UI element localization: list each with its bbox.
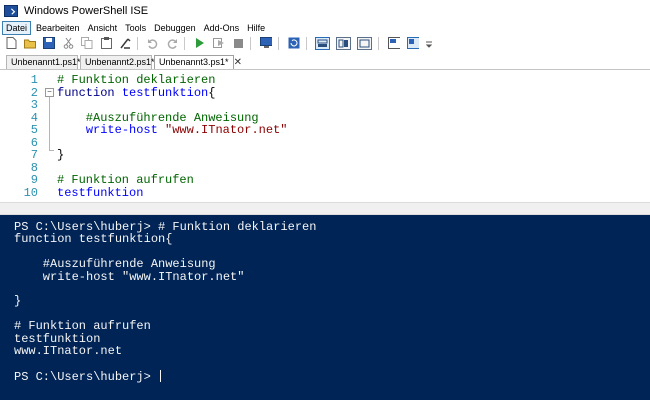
stop-icon[interactable] [232,37,244,49]
tab-unbenannt2[interactable]: Unbenannt2.ps1* [80,55,155,69]
editor-line: 2− function testfunktion{ [0,85,650,100]
menu-bar: Datei Bearbeiten Ansicht Tools Debuggen … [0,21,650,35]
tab-unbenannt1[interactable]: Unbenannt1.ps1* [6,55,81,69]
code-token: write-host [85,123,158,137]
toolbar-separator [250,36,251,50]
editor-line: 5 write-host "www.ITnator.net" [0,124,650,137]
menu-tools[interactable]: Tools [122,21,149,35]
line-number: 5 [30,123,38,137]
refresh-icon[interactable] [288,37,300,49]
console-line: # Funktion aufrufen [14,319,151,334]
toolbar-separator [306,36,307,50]
show-commands-icon[interactable] [407,37,419,49]
tab-unbenannt3[interactable]: Unbenannt3.ps1* ✕ [154,55,242,69]
line-number: 3 [30,98,38,112]
new-file-icon[interactable] [5,37,17,49]
script-tab-strip: Unbenannt1.ps1* Unbenannt2.ps1* Unbenann… [0,53,650,69]
console-line: www.ITnator.net [14,344,123,358]
window-title: Windows PowerShell ISE [24,4,149,17]
console-line: PS C:\Users\huberj> [14,369,162,383]
console-line: function testfunktion{ [14,232,173,247]
undo-icon[interactable] [147,37,159,49]
layout-script-top-icon[interactable] [315,36,330,50]
console-line: write-host "www.ITnator.net" [14,269,245,284]
layout-script-max-icon[interactable] [357,36,372,50]
save-icon[interactable] [43,37,55,49]
open-folder-icon[interactable] [24,37,36,49]
code-token: "www.ITnator.net" [165,123,288,137]
toolbar-separator [278,36,279,50]
console-line: } [14,294,22,309]
line-number: 1 [30,73,38,87]
cut-icon[interactable] [62,37,74,49]
code-text: testfunktion [57,185,144,200]
text-cursor [160,369,162,382]
console-line: #Auszuführende Anweisung [14,257,216,272]
toolbar-overflow-icon[interactable] [426,37,432,49]
code-text: function testfunktion{ [57,85,216,100]
run-selection-icon[interactable] [213,37,225,49]
code-token: testfunktion [121,85,209,100]
editor-line: 10 testfunktion [0,185,650,200]
tab-label: Unbenannt3.ps1* [159,57,229,67]
run-icon[interactable] [194,37,206,49]
show-script-pane-icon[interactable] [388,37,400,49]
code-token: function [57,85,115,100]
collapse-toggle-icon[interactable]: − [45,87,54,97]
pane-splitter[interactable] [0,202,650,215]
paste-icon[interactable] [100,37,112,49]
line-number: 9 [30,173,38,187]
menu-hilfe[interactable]: Hilfe [244,21,268,35]
powershell-app-icon [4,4,18,17]
code-token: testfunktion [57,185,144,200]
toolbar-separator [184,36,185,50]
toolbar-separator [378,36,379,50]
menu-debuggen[interactable]: Debuggen [151,21,199,35]
code-text: write-host "www.ITnator.net" [57,123,288,137]
editor-line: 6 [0,136,650,150]
tab-label: Unbenannt2.ps1* [85,57,155,67]
tab-label: Unbenannt1.ps1* [11,57,81,67]
line-number: 10 [23,185,38,200]
line-number: 7 [30,148,38,162]
toolbar-separator [137,36,138,50]
copy-icon[interactable] [81,37,93,49]
clear-icon[interactable] [119,37,131,49]
menu-add-ons[interactable]: Add-Ons [201,21,243,35]
remote-powershell-icon[interactable] [260,37,272,49]
toolbar [0,35,650,51]
menu-ansicht[interactable]: Ansicht [85,21,121,35]
redo-icon[interactable] [166,37,178,49]
code-token: { [208,85,216,100]
menu-bearbeiten[interactable]: Bearbeiten [33,21,83,35]
menu-datei[interactable]: Datei [2,21,32,35]
code-text: } [57,149,64,162]
editor-line: 7} [0,149,650,162]
console-pane[interactable]: PS C:\Users\huberj> # Funktion deklarier… [0,215,650,400]
layout-script-right-icon[interactable] [336,36,351,50]
title-bar: Windows PowerShell ISE [0,0,650,21]
script-editor[interactable]: 1 # Funktion deklarieren 2− function testfu… [0,70,650,202]
close-icon[interactable]: ✕ [234,57,242,68]
code-token: } [57,148,65,162]
